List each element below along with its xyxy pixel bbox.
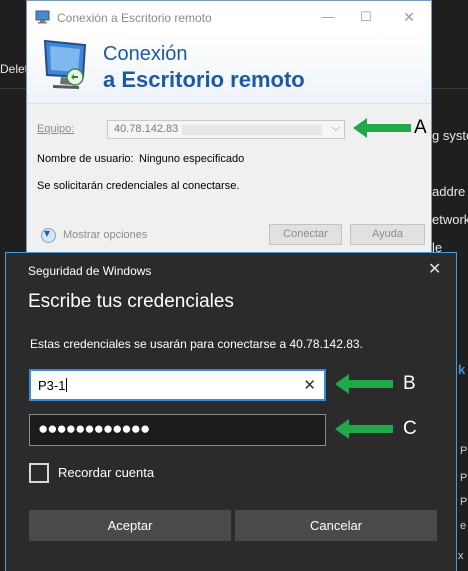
- password-mask: ●●●●●●●●●●●●: [38, 419, 150, 438]
- rdp-window-title: Conexión a Escritorio remoto: [57, 11, 212, 25]
- arrow-left-icon: [335, 419, 393, 439]
- username-input[interactable]: P3-1 ✕: [29, 369, 326, 401]
- background-text: x: [458, 550, 464, 562]
- banner-title-line2: a Escritorio remoto: [103, 67, 305, 92]
- background-link: k: [458, 362, 466, 377]
- windows-security-dialog: Seguridad de Windows ✕ Escribe tus crede…: [5, 252, 457, 571]
- background-text: P: [460, 445, 468, 457]
- show-options-link[interactable]: Mostrar opciones: [63, 229, 147, 241]
- remember-account-checkbox[interactable]: [29, 463, 49, 483]
- background-text: g syste: [432, 128, 468, 143]
- rdp-titlebar[interactable]: Conexión a Escritorio remoto — ☐ ✕: [27, 1, 431, 33]
- background-text: Delet: [0, 62, 29, 76]
- username-value: Ninguno especificado: [139, 153, 245, 165]
- credentials-note: Se solicitarán credenciales al conectars…: [37, 180, 240, 192]
- minimize-icon[interactable]: —: [313, 5, 343, 29]
- banner-title-line1: Conexión: [103, 43, 188, 65]
- annotation-label-b: B: [403, 373, 416, 394]
- annotation-label-a: A: [414, 117, 427, 138]
- background-text: e: [460, 520, 467, 532]
- remember-account-label[interactable]: Recordar cuenta: [58, 465, 154, 480]
- cancel-button[interactable]: Cancelar: [235, 510, 437, 541]
- equipo-combobox[interactable]: 40.78.142.83 ⌵: [107, 120, 345, 139]
- dialog-message: Estas credenciales se usarán para conect…: [30, 337, 363, 351]
- equipo-value: 40.78.142.83: [114, 123, 179, 135]
- arrow-left-icon: [353, 118, 411, 138]
- ok-button[interactable]: Aceptar: [29, 510, 231, 541]
- annotation-label-c: C: [403, 418, 417, 439]
- password-input[interactable]: ●●●●●●●●●●●●: [29, 414, 326, 446]
- close-icon[interactable]: ✕: [428, 259, 441, 279]
- username-label: Nombre de usuario:: [37, 153, 134, 165]
- remote-desktop-logo-icon: [43, 39, 87, 89]
- maximize-icon[interactable]: ☐: [351, 5, 381, 29]
- connect-button[interactable]: Conectar: [269, 224, 342, 245]
- expand-options-icon[interactable]: [41, 226, 56, 243]
- clear-icon[interactable]: ✕: [303, 376, 316, 394]
- dialog-title: Seguridad de Windows: [28, 264, 152, 278]
- chevron-down-icon[interactable]: ⌵: [332, 122, 340, 135]
- help-button[interactable]: Ayuda: [350, 224, 425, 245]
- close-icon[interactable]: ✕: [394, 5, 424, 29]
- background-text: addre: [432, 184, 466, 199]
- arrow-left-icon: [335, 374, 393, 394]
- text-caret: [66, 378, 68, 392]
- equipo-label: Equipo:: [37, 123, 75, 135]
- username-input-value: P3-1: [38, 378, 68, 393]
- background-text: etwork: [432, 212, 468, 227]
- rdp-banner: Conexión a Escritorio remoto: [27, 33, 431, 104]
- rdp-app-icon: [35, 10, 50, 24]
- dialog-heading: Escribe tus credenciales: [28, 291, 234, 312]
- background-text: P: [460, 472, 468, 484]
- equipo-selection-highlight: [182, 125, 322, 135]
- background-text: P: [460, 496, 468, 508]
